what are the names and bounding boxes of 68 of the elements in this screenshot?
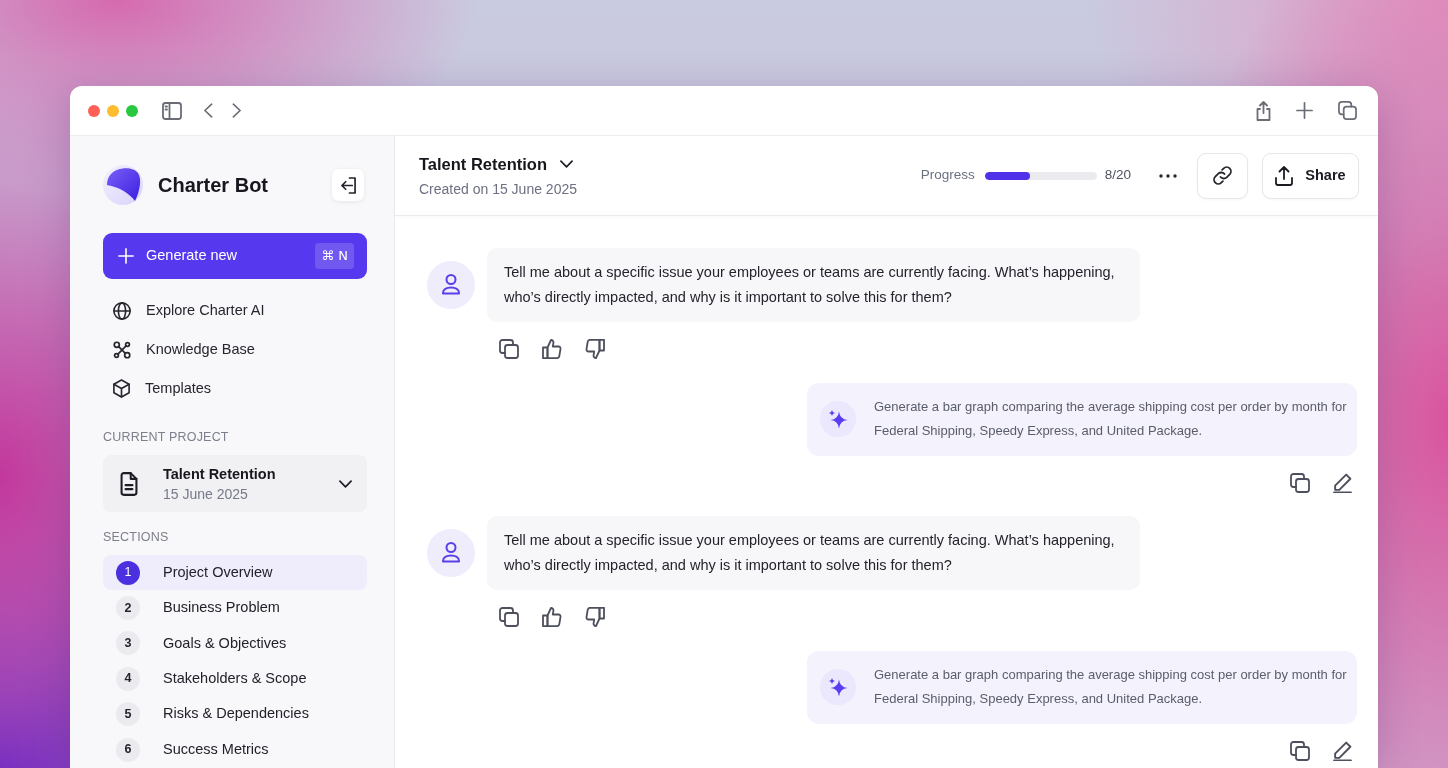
app-logo-icon [103,165,143,205]
thumbs-down-icon[interactable] [585,607,605,627]
project-title: Talent Retention [163,464,276,484]
progress-reading: 8/20 [1104,166,1131,185]
nodes-icon [113,340,131,359]
copy-icon[interactable] [499,607,519,627]
section-item[interactable]: 3 Goals & Objectives [103,625,367,662]
section-item[interactable]: 1 Project Overview [103,555,367,591]
cube-icon [113,379,130,398]
share-icon[interactable] [1256,100,1271,121]
document-icon [120,471,138,496]
created-date: Created on 15 June 2025 [419,179,577,199]
user-avatar-icon [427,529,475,577]
app-name: Charter Bot [158,173,268,198]
plus-icon[interactable] [1296,102,1313,119]
question-message: Tell me about a specific issue your employees or teams are currently facing. What’s happening, who’s directly impacted, and why is it important to solve this for them? [487,248,1140,322]
step-number: 3 [116,631,140,656]
sparkle-icon [820,400,856,437]
thumbs-up-icon[interactable] [542,339,562,359]
progress-label: Progress [920,166,975,185]
plus-icon [118,248,134,264]
step-number: 4 [116,666,140,691]
section-item[interactable]: 6 Success Metrics [103,731,367,768]
step-number: 1 [116,560,140,585]
project-date: 15 June 2025 [163,484,249,504]
forward-icon[interactable] [232,103,241,118]
project-menu-button[interactable] [560,159,574,168]
section-item[interactable]: 2 Business Problem [103,590,367,626]
edit-icon[interactable] [1333,472,1352,493]
upload-icon [1275,165,1294,186]
more-icon [1159,173,1177,178]
nav-item[interactable]: Explore Charter AI [103,291,367,330]
project-title: Talent Retention [419,153,548,175]
shortcut-hint: ⌘ N [315,243,354,269]
project-card[interactable]: Talent Retention 15 June 2025 [103,455,367,512]
section-heading: CURRENT PROJECT [103,429,230,445]
step-number: 6 [116,737,140,762]
back-icon[interactable] [204,103,213,118]
section-item[interactable]: 5 Risks & Dependencies [103,696,367,732]
collapse-sidebar-button[interactable] [332,169,364,201]
thumbs-down-icon[interactable] [585,339,605,359]
copy-icon[interactable] [499,339,519,359]
section-heading: SECTIONS [103,529,170,545]
copy-icon[interactable] [1290,740,1310,761]
link-icon [1213,166,1232,185]
prompt-text: Generate a bar graph comparing the average shipping cost per order by month for Federal Shipping, Speedy Express, and United Package. [874,397,1347,440]
close-window-icon[interactable] [88,104,100,117]
share-button[interactable]: Share [1262,152,1359,199]
prompt-text: Generate a bar graph comparing the average shipping cost per order by month for Federal Shipping, Speedy Express, and United Package. [874,665,1347,708]
sparkle-icon [820,668,856,705]
user-avatar-icon [427,261,475,309]
chevron-down-icon [339,479,352,488]
nav-item[interactable]: Knowledge Base [103,330,367,369]
step-number: 5 [116,702,140,727]
edit-icon[interactable] [1333,740,1352,761]
exit-icon [340,176,356,194]
question-message: Tell me about a specific issue your employees or teams are currently facing. What’s happening, who’s directly impacted, and why is it important to solve this for them? [487,516,1140,590]
step-number: 2 [116,596,140,621]
tabs-icon[interactable] [1338,101,1357,120]
nav-item[interactable]: Templates [103,369,367,408]
section-item[interactable]: 4 Stakeholders & Scope [103,661,367,697]
chevron-down-icon [560,159,574,168]
sidebar-toggle-icon[interactable] [162,101,182,120]
generate-new-button[interactable]: Generate new ⌘ N [103,233,367,279]
copy-link-button[interactable] [1197,152,1248,199]
globe-icon [113,301,131,320]
copy-icon[interactable] [1290,472,1310,493]
thumbs-up-icon[interactable] [542,607,562,627]
